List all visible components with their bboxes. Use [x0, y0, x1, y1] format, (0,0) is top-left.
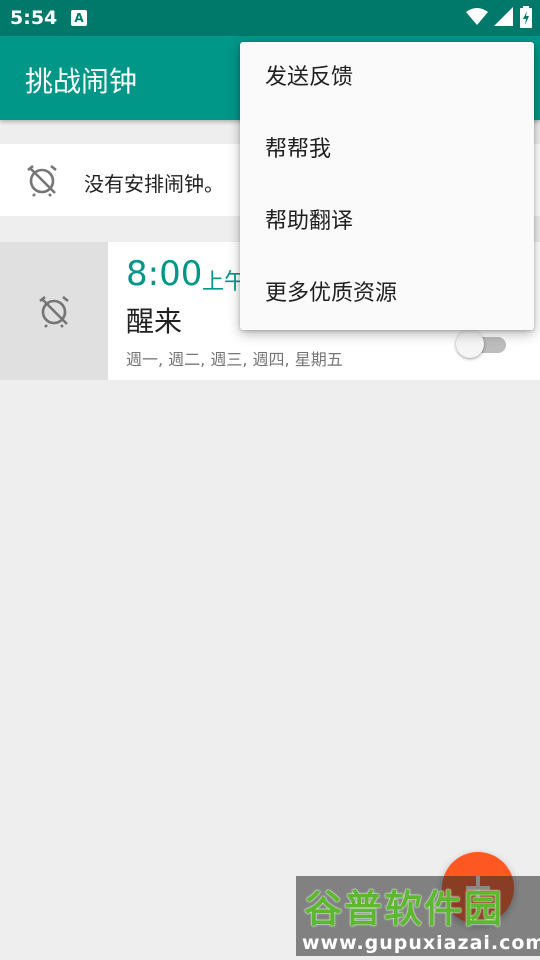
- app-title: 挑战闹钟: [25, 65, 138, 98]
- alarm-time: 8:00: [126, 254, 203, 294]
- watermark-url: www.gupuxiazai.com: [302, 932, 540, 954]
- menu-item-more-resources[interactable]: 更多优质资源: [240, 258, 534, 330]
- wifi-icon: [466, 8, 488, 25]
- status-time: 5:54: [10, 7, 58, 29]
- alarm-icon-panel[interactable]: [0, 242, 108, 380]
- menu-item-send-feedback[interactable]: 发送反馈: [240, 42, 534, 114]
- alarm-off-icon: [25, 163, 59, 201]
- watermark-brand: 谷普软件园: [304, 887, 505, 931]
- alarm-days: 週一, 週二, 週三, 週四, 星期五: [126, 350, 343, 369]
- status-bar: 5:54 A: [0, 0, 540, 36]
- switch-thumb: [456, 330, 484, 358]
- alarm-label: 醒来: [126, 305, 183, 338]
- alarm-enable-switch[interactable]: [456, 330, 508, 360]
- notification-icon: A: [71, 10, 87, 26]
- no-alarm-text: 没有安排闹钟。: [84, 172, 224, 196]
- battery-charging-icon: [520, 6, 532, 28]
- watermark-logo: 谷普软件园 www.gupuxiazai.com: [296, 876, 540, 956]
- menu-item-help[interactable]: 帮帮我: [240, 114, 534, 186]
- overflow-menu: 发送反馈 帮帮我 帮助翻译 更多优质资源: [240, 42, 534, 330]
- menu-item-help-translate[interactable]: 帮助翻译: [240, 186, 534, 258]
- cellular-signal-icon: [494, 7, 513, 26]
- alarm-off-icon: [37, 294, 71, 332]
